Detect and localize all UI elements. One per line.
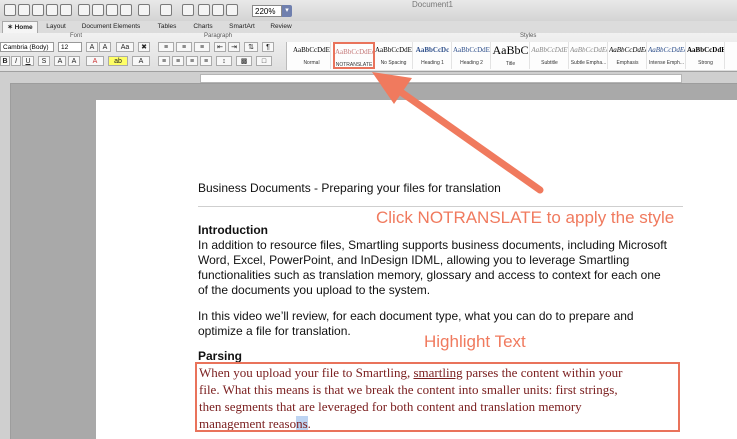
open-folder-icon[interactable] — [32, 4, 44, 16]
multilevel-list-button[interactable]: ≡ — [194, 42, 210, 52]
document-title: Document1 — [412, 0, 453, 9]
italic-button[interactable]: I — [11, 56, 21, 66]
grow-font-button[interactable]: A — [86, 42, 98, 52]
copy-icon[interactable] — [92, 4, 104, 16]
introduction-heading[interactable]: Introduction — [198, 223, 268, 238]
align-center-button[interactable]: ≡ — [172, 56, 184, 66]
tab-tables[interactable]: Tables — [150, 21, 184, 33]
bullets-button[interactable]: ≡ — [158, 42, 174, 52]
tab-smartart[interactable]: SmartArt — [222, 21, 262, 33]
style-no-spacing[interactable]: AaBbCcDdEe No Spacing — [375, 42, 413, 69]
style-notranslate[interactable]: AaBbCcDdEe NOTRANSLATE — [333, 42, 375, 69]
style-emphasis[interactable]: AaBbCcDdEe Emphasis — [609, 42, 647, 69]
video-line-1[interactable]: In this video we’ll review, for each doc… — [198, 309, 634, 324]
style-strong[interactable]: AaBbCcDdE Strong — [687, 42, 725, 69]
undo-icon[interactable] — [138, 4, 150, 16]
justify-button[interactable]: ≡ — [200, 56, 212, 66]
highlight-box-annotation — [195, 362, 680, 432]
styles-group-label: Styles — [520, 33, 537, 39]
numbering-button[interactable]: ≡ — [176, 42, 192, 52]
click-notranslate-annotation: Click NOTRANSLATE to apply the style — [376, 208, 675, 227]
title-divider — [198, 206, 683, 207]
tab-review[interactable]: Review — [264, 21, 298, 33]
vertical-ruler[interactable] — [0, 83, 11, 439]
shading-button[interactable]: ▩ — [236, 56, 252, 66]
font-name-dropdown[interactable]: Cambria (Body) — [0, 42, 54, 52]
style-title[interactable]: AaBbC Title — [492, 42, 530, 69]
media-browser-icon[interactable] — [226, 4, 238, 16]
style-heading-2[interactable]: AaBbCcDdEe Heading 2 — [453, 42, 491, 69]
style-intense-emphasis[interactable]: AaBbCcDdEe Intense Emph... — [648, 42, 686, 69]
cut-icon[interactable] — [78, 4, 90, 16]
highlight-text-annotation: Highlight Text — [424, 332, 526, 351]
tab-layout[interactable]: Layout — [40, 21, 72, 33]
print-icon[interactable] — [60, 4, 72, 16]
zoom-dropdown-icon[interactable]: ▾ — [282, 5, 292, 17]
style-subtitle[interactable]: AaBbCcDdE Subtitle — [531, 42, 569, 69]
subscript-button[interactable]: A — [68, 56, 80, 66]
paragraph-group-label: Paragraph — [204, 33, 233, 39]
intro-line-1[interactable]: In addition to resource files, Smartling… — [198, 238, 667, 253]
underline-button[interactable]: U — [22, 56, 34, 66]
format-painter-icon[interactable] — [120, 4, 132, 16]
styles-gallery: AaBbCcDdEe Normal AaBbCcDdEe NOTRANSLATE… — [286, 42, 737, 70]
pilcrow-icon[interactable] — [182, 4, 194, 16]
intro-line-3[interactable]: functionalities such as translation memo… — [198, 268, 661, 283]
strikethrough-button[interactable]: S — [38, 56, 50, 66]
text-effects-button[interactable]: A — [132, 56, 150, 66]
font-color-button[interactable]: A — [86, 56, 104, 66]
borders-button[interactable]: □ — [256, 56, 272, 66]
decrease-indent-button[interactable]: ⇤ — [214, 42, 226, 52]
toolbox-icon[interactable] — [212, 4, 224, 16]
highlight-color-button[interactable]: ab — [108, 56, 128, 66]
font-group-label: Font — [70, 33, 83, 39]
horizontal-ruler[interactable] — [0, 72, 737, 84]
font-size-dropdown[interactable]: 12 — [58, 42, 82, 52]
align-right-button[interactable]: ≡ — [186, 56, 198, 66]
style-heading-1[interactable]: AaBbCcDc Heading 1 — [414, 42, 452, 69]
paste-icon[interactable] — [106, 4, 118, 16]
line-spacing-button[interactable]: ↕ — [216, 56, 232, 66]
template-gallery-icon[interactable] — [18, 4, 30, 16]
sort-button[interactable]: ⇅ — [244, 42, 258, 52]
document-title-line[interactable]: Business Documents - Preparing your file… — [198, 181, 501, 196]
align-left-button[interactable]: ≡ — [158, 56, 170, 66]
shrink-font-button[interactable]: A — [99, 42, 111, 52]
intro-line-2[interactable]: Word, Excel, PowerPoint, and InDesign ID… — [198, 253, 629, 268]
quick-access-toolbar: 220% ▾ Document1 — [0, 0, 737, 22]
new-document-icon[interactable] — [4, 4, 16, 16]
ruler-track[interactable] — [200, 74, 682, 83]
change-case-button[interactable]: Aa — [116, 42, 134, 52]
tab-document-elements[interactable]: Document Elements — [74, 21, 148, 33]
clear-formatting-button[interactable]: ✖ — [138, 42, 150, 52]
style-normal[interactable]: AaBbCcDdEe Normal — [293, 42, 331, 69]
sidebar-icon[interactable] — [198, 4, 210, 16]
save-icon[interactable] — [46, 4, 58, 16]
video-line-2[interactable]: optimize a file for translation. — [198, 324, 351, 339]
bold-button[interactable]: B — [0, 56, 10, 66]
intro-line-4[interactable]: of the documents you upload to the syste… — [198, 283, 430, 298]
redo-icon[interactable] — [160, 4, 172, 16]
increase-indent-button[interactable]: ⇥ — [228, 42, 240, 52]
zoom-field[interactable]: 220% — [252, 5, 282, 17]
tab-charts[interactable]: Charts — [186, 21, 220, 33]
superscript-button[interactable]: A — [54, 56, 66, 66]
show-formatting-button[interactable]: ¶ — [262, 42, 274, 52]
style-subtle-emphasis[interactable]: AaBbCcDdEe Subtle Empha... — [570, 42, 608, 69]
